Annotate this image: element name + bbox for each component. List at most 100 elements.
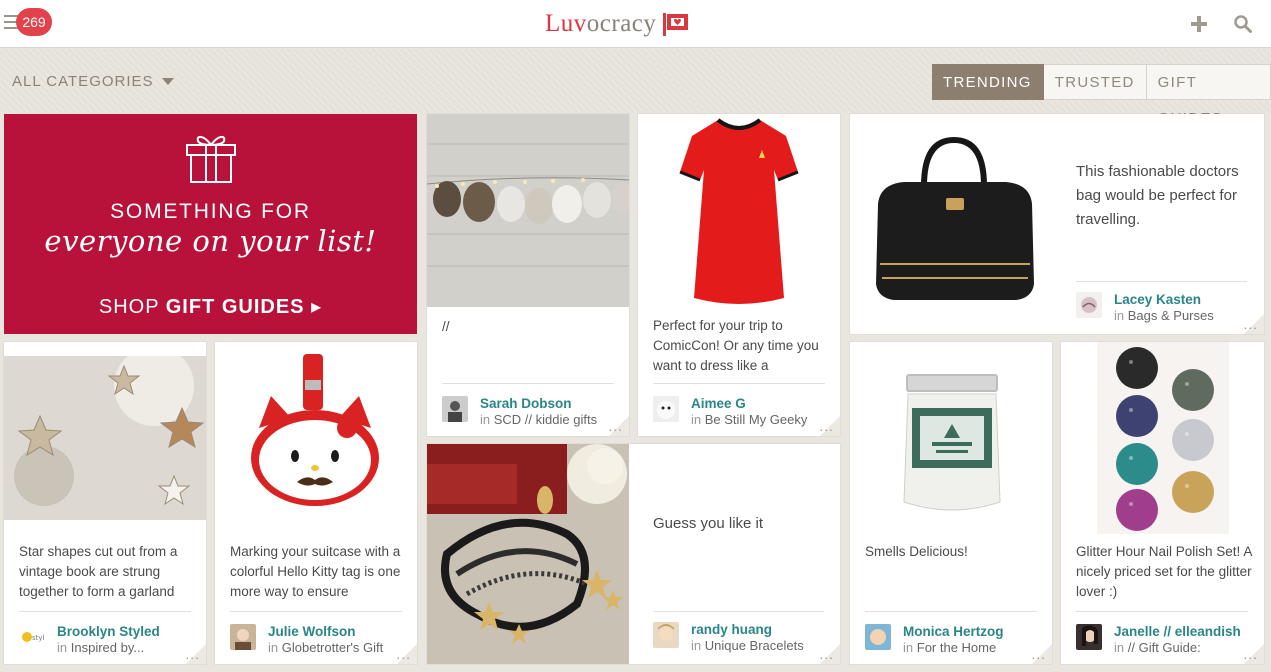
avatar[interactable] (653, 396, 679, 422)
user-name[interactable]: Lacey Kasten (1114, 292, 1214, 308)
product-card[interactable]: Glitter Hour Nail Polish Set! A nicely p… (1061, 342, 1264, 664)
promo-line-1: SOMETHING FOR (110, 200, 311, 223)
in-label: in (903, 640, 914, 655)
more-options-icon[interactable]: ... (1243, 317, 1258, 331)
card-user: Aimee G in Be Still My Geeky (653, 396, 807, 428)
more-options-icon[interactable]: ... (1031, 647, 1046, 661)
collection-name: For the Home (916, 640, 997, 655)
product-image[interactable] (4, 356, 206, 520)
more-options-icon[interactable]: ... (185, 647, 200, 661)
more-options-icon[interactable]: ... (396, 647, 411, 661)
card-caption: Star shapes cut out from a vintage book … (19, 544, 178, 599)
collection-link[interactable]: in Unique Bracelets (691, 638, 804, 654)
tab-trending[interactable]: TRENDING (932, 64, 1044, 100)
collection-name: SCD // kiddie gifts (493, 412, 598, 427)
avatar[interactable] (230, 624, 256, 650)
plus-icon[interactable] (1189, 14, 1209, 34)
collection-name: Be Still My Geeky (704, 412, 808, 427)
in-label: in (480, 412, 491, 427)
in-label: in (1114, 308, 1125, 323)
card-user: Lacey Kasten in Bags & Purses (1076, 292, 1214, 324)
card-caption: Smells Delicious! (865, 544, 968, 559)
more-options-icon[interactable]: ... (819, 419, 834, 433)
card-user: Monica Hertzog in For the Home (865, 624, 1004, 656)
gift-guides-promo[interactable]: SOMETHING FOR everyone on your list! SHO… (4, 114, 417, 334)
avatar[interactable] (653, 622, 679, 648)
avatar[interactable] (1076, 624, 1102, 650)
card-divider (865, 611, 1037, 612)
collection-link[interactable]: in Globetrotter's Gift (268, 640, 383, 656)
user-name[interactable]: Julie Wolfson (268, 624, 383, 640)
card-divider (19, 611, 191, 612)
product-card[interactable]: // Sarah Dobson in SCD // kiddie gifts .… (427, 114, 629, 436)
user-name[interactable]: Brooklyn Styled (57, 624, 160, 640)
product-card[interactable]: Guess you like it randy huang in Unique … (427, 444, 840, 664)
user-name[interactable]: Sarah Dobson (480, 396, 597, 412)
card-user: Janelle // elleandish in // Gift Guide: (1076, 624, 1241, 656)
logo[interactable]: Luvocracy (545, 8, 690, 40)
card-caption: Perfect for your trip to ComicCon! Or an… (653, 318, 819, 373)
in-label: in (268, 640, 279, 655)
promo-cta-bold: GIFT GUIDES (165, 296, 305, 318)
product-image[interactable] (850, 342, 1052, 532)
logo-rest: ocracy (586, 10, 657, 37)
user-name[interactable]: Monica Hertzog (903, 624, 1004, 640)
collection-link[interactable]: in For the Home (903, 640, 1004, 656)
promo-cta-prefix: SHOP (98, 296, 166, 318)
avatar[interactable]: styled (19, 624, 45, 650)
card-user: Sarah Dobson in SCD // kiddie gifts (442, 396, 597, 428)
notification-badge[interactable]: 269 (16, 8, 52, 36)
collection-name: Globetrotter's Gift (281, 640, 384, 655)
search-icon[interactable] (1233, 14, 1253, 34)
user-name[interactable]: Janelle // elleandish (1114, 624, 1241, 640)
collection-link[interactable]: in Bags & Purses (1114, 308, 1214, 324)
user-name[interactable]: randy huang (691, 622, 804, 638)
tab-trusted[interactable]: TRUSTED (1043, 64, 1147, 100)
product-image[interactable] (215, 350, 417, 524)
more-options-icon[interactable]: ... (1243, 647, 1258, 661)
more-options-icon[interactable]: ... (819, 647, 834, 661)
flag-icon (663, 13, 689, 36)
user-name[interactable]: Aimee G (691, 396, 807, 412)
product-card[interactable]: This fashionable doctors bag would be pe… (850, 114, 1264, 334)
avatar[interactable] (442, 396, 468, 422)
avatar[interactable] (1076, 292, 1102, 318)
collection-link[interactable]: in // Gift Guide: (1114, 640, 1241, 656)
card-divider (442, 383, 614, 384)
categories-dropdown[interactable]: ALL CATEGORIES (12, 73, 174, 90)
filter-bar: ALL CATEGORIES TRENDING TRUSTED GIFT GUI… (0, 49, 1271, 127)
collection-link[interactable]: in SCD // kiddie gifts (480, 412, 597, 428)
product-image[interactable] (638, 114, 840, 307)
tab-gift-guides[interactable]: GIFT GUIDES (1146, 64, 1271, 127)
card-caption: // (442, 319, 450, 334)
card-divider (230, 611, 402, 612)
product-image[interactable] (850, 114, 1060, 334)
svg-text:styled: styled (32, 634, 45, 642)
collection-name: Unique Bracelets (704, 638, 804, 653)
chevron-down-icon (161, 78, 174, 85)
collection-link[interactable]: in Be Still My Geeky (691, 412, 807, 428)
arrow-right-icon: ▸ (311, 296, 323, 318)
product-image[interactable] (427, 444, 629, 664)
product-card[interactable]: Smells Delicious! Monica Hertzog in For … (850, 342, 1052, 664)
card-caption: This fashionable doctors bag would be pe… (1076, 163, 1239, 228)
card-caption: Marking your suitcase with a colorful He… (230, 544, 401, 599)
in-label: in (691, 412, 702, 427)
card-divider (653, 383, 825, 384)
avatar[interactable] (865, 624, 891, 650)
collection-link[interactable]: in Inspired by... (57, 640, 160, 656)
promo-cta[interactable]: SHOP GIFT GUIDES ▸ (4, 294, 417, 319)
promo-line-2: everyone on your list! (44, 224, 377, 258)
product-card[interactable]: Perfect for your trip to ComicCon! Or an… (638, 114, 840, 436)
card-user: randy huang in Unique Bracelets (653, 622, 804, 654)
collection-name: Bags & Purses (1127, 308, 1214, 323)
product-card[interactable]: Marking your suitcase with a colorful He… (215, 342, 417, 664)
more-options-icon[interactable]: ... (608, 419, 623, 433)
card-caption: Guess you like it (653, 515, 764, 532)
sort-tabs: TRENDING TRUSTED GIFT GUIDES (932, 64, 1271, 127)
product-card[interactable]: Star shapes cut out from a vintage book … (4, 342, 206, 664)
product-image[interactable] (427, 114, 629, 307)
top-header: 269 Luvocracy (0, 0, 1271, 48)
product-image[interactable] (1061, 342, 1264, 534)
card-divider (1076, 281, 1247, 282)
